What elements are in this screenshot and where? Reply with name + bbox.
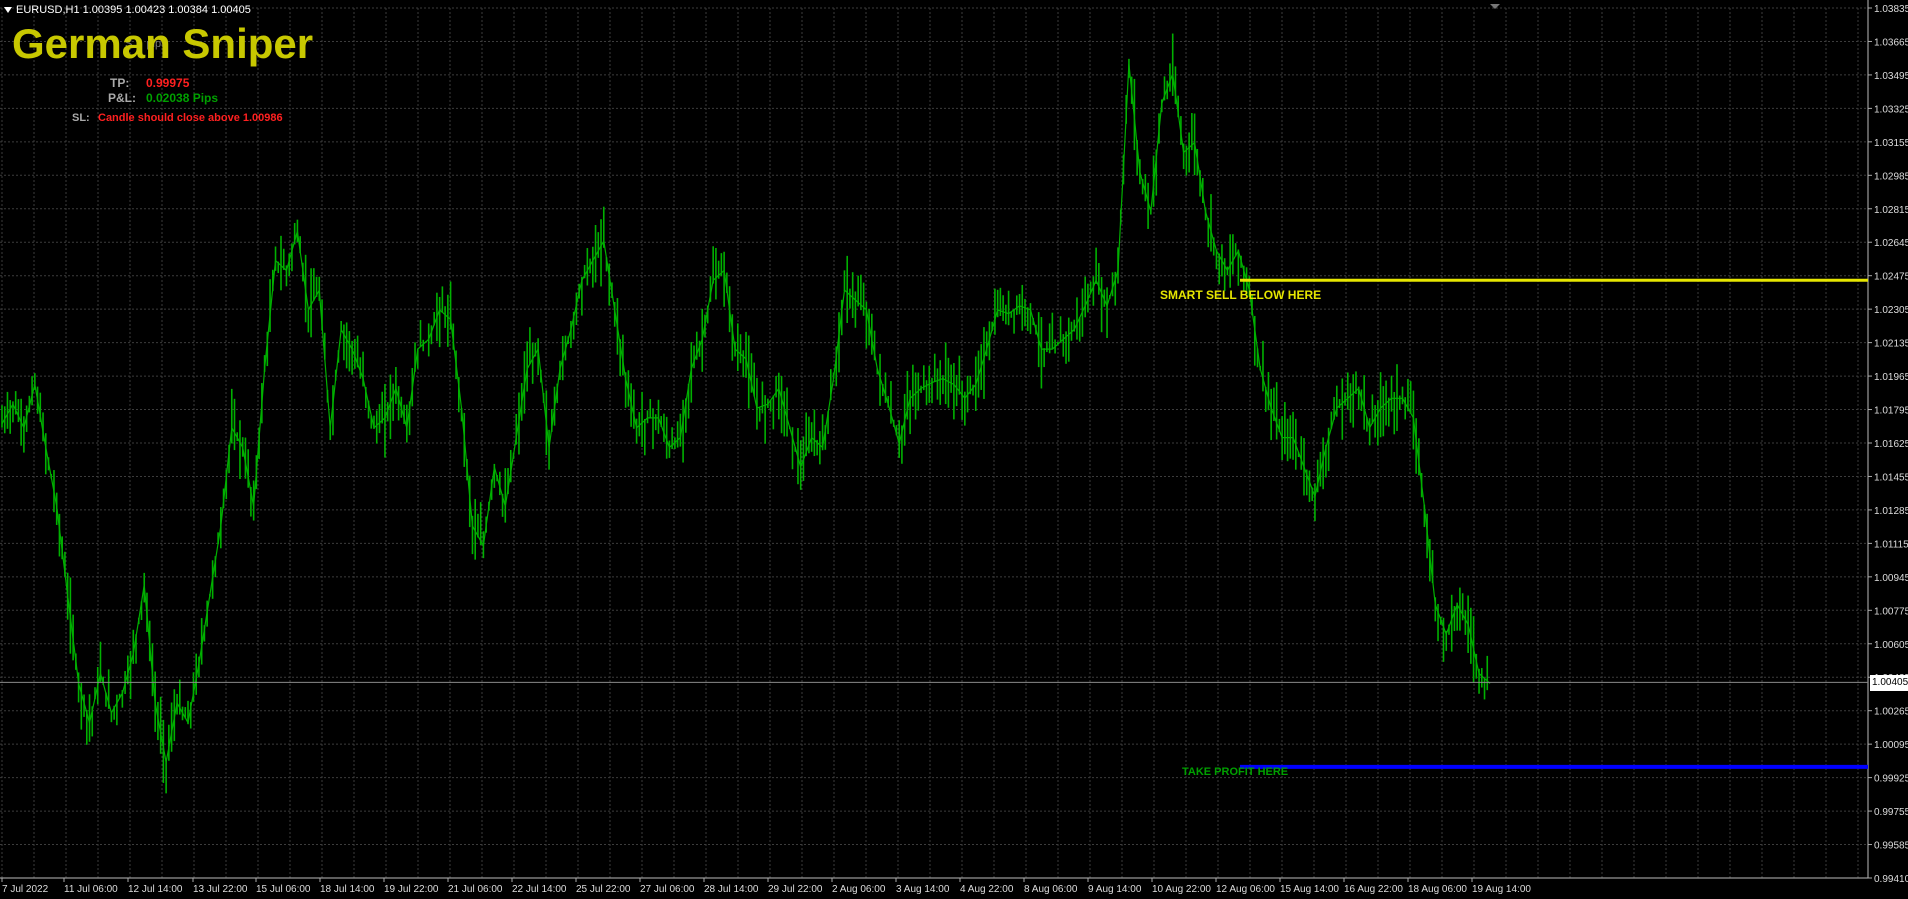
x-tick-label: 19 Aug 14:00 xyxy=(1472,884,1531,895)
indicator-title: German Sniper xyxy=(12,20,314,67)
x-tick-label: 2 Aug 06:00 xyxy=(832,884,886,895)
x-tick-label: 12 Jul 14:00 xyxy=(128,884,183,895)
y-tick-label: 1.00265 xyxy=(1874,707,1908,718)
y-tick-label: 1.03665 xyxy=(1874,37,1908,48)
y-tick-label: 1.00095 xyxy=(1874,740,1908,751)
x-tick-label: 13 Jul 22:00 xyxy=(193,884,248,895)
y-tick-label: 1.03835 xyxy=(1874,4,1908,15)
pl-value: 0.02038 Pips xyxy=(146,91,219,105)
x-tick-label: 8 Aug 06:00 xyxy=(1024,884,1078,895)
price-chart[interactable]: 1.03835 1.03665 1.03495 1.03325 1.03155 1.029… xyxy=(0,0,1908,899)
y-tick-label: 1.01795 xyxy=(1874,406,1908,417)
tp-value: 0.99975 xyxy=(146,76,190,90)
y-tick-label: 1.01115 xyxy=(1874,539,1908,550)
pl-label: P&L: xyxy=(108,91,136,105)
y-tick-label: 0.99410 xyxy=(1874,874,1908,885)
y-tick-label: 0.99925 xyxy=(1874,774,1908,785)
y-tick-label: 1.03495 xyxy=(1874,71,1908,82)
x-tick-label: 7 Jul 2022 xyxy=(2,884,49,895)
x-tick-label: 21 Jul 06:00 xyxy=(448,884,503,895)
x-tick-label: 3 Aug 14:00 xyxy=(896,884,950,895)
sl-value: Candle should close above 1.00986 xyxy=(98,112,283,124)
x-tick-label: 25 Jul 22:00 xyxy=(576,884,631,895)
x-tick-label: 27 Jul 06:00 xyxy=(640,884,695,895)
tp-label: TP: xyxy=(110,76,130,90)
take-profit-label: TAKE PROFIT HERE xyxy=(1182,766,1289,778)
x-tick-label: 29 Jul 22:00 xyxy=(768,884,823,895)
y-tick-label: 1.03155 xyxy=(1874,138,1908,149)
x-tick-label: 12 Aug 06:00 xyxy=(1216,884,1275,895)
x-tick-label: 10 Aug 22:00 xyxy=(1152,884,1211,895)
y-tick-label: 1.01455 xyxy=(1874,472,1908,483)
y-tick-label: 1.03325 xyxy=(1874,104,1908,115)
current-price-tag: 1.00405 xyxy=(1870,675,1908,691)
x-tick-label: 15 Jul 06:00 xyxy=(256,884,311,895)
chevron-down-icon[interactable] xyxy=(4,7,12,14)
y-tick-label: 1.02135 xyxy=(1874,339,1908,350)
price-series-line xyxy=(1,63,1491,763)
y-tick-label: 1.02305 xyxy=(1874,305,1908,316)
x-tick-label: 15 Aug 14:00 xyxy=(1280,884,1339,895)
y-tick-label: 1.00775 xyxy=(1874,606,1908,617)
x-tick-label: 22 Jul 14:00 xyxy=(512,884,567,895)
x-tick-label: 18 Jul 14:00 xyxy=(320,884,375,895)
y-tick-label: 1.02985 xyxy=(1874,171,1908,182)
y-tick-label: 1.02645 xyxy=(1874,238,1908,249)
x-tick-label: 11 Jul 06:00 xyxy=(64,884,118,895)
y-tick-label: 1.01625 xyxy=(1874,439,1908,450)
smart-sell-label: SMART SELL BELOW HERE xyxy=(1160,288,1322,302)
symbol-ohlc-readout: EURUSD,H1 1.00395 1.00423 1.00384 1.0040… xyxy=(4,4,251,16)
x-tick-label: 16 Aug 22:00 xyxy=(1344,884,1403,895)
x-tick-label: 28 Jul 14:00 xyxy=(704,884,759,895)
y-tick-label: 1.01285 xyxy=(1874,506,1908,517)
chart-shift-marker-icon[interactable] xyxy=(1490,4,1500,9)
symbol-ohlc-text: EURUSD,H1 1.00395 1.00423 1.00384 1.0040… xyxy=(16,4,251,16)
x-tick-label: 19 Jul 22:00 xyxy=(384,884,439,895)
y-tick-label: 0.99755 xyxy=(1874,807,1908,818)
x-tick-label: 4 Aug 22:00 xyxy=(960,884,1014,895)
y-tick-label: 1.02815 xyxy=(1874,205,1908,216)
y-tick-label: 0.99585 xyxy=(1874,841,1908,852)
x-tick-label: 18 Aug 06:00 xyxy=(1408,884,1467,895)
y-tick-label: 1.00605 xyxy=(1874,640,1908,651)
x-tick-label: 9 Aug 14:00 xyxy=(1088,884,1142,895)
y-tick-label: 1.02475 xyxy=(1874,272,1908,283)
y-tick-label: 1.01965 xyxy=(1874,372,1908,383)
sl-label: SL: xyxy=(72,112,90,124)
y-tick-label: 1.00945 xyxy=(1874,573,1908,584)
